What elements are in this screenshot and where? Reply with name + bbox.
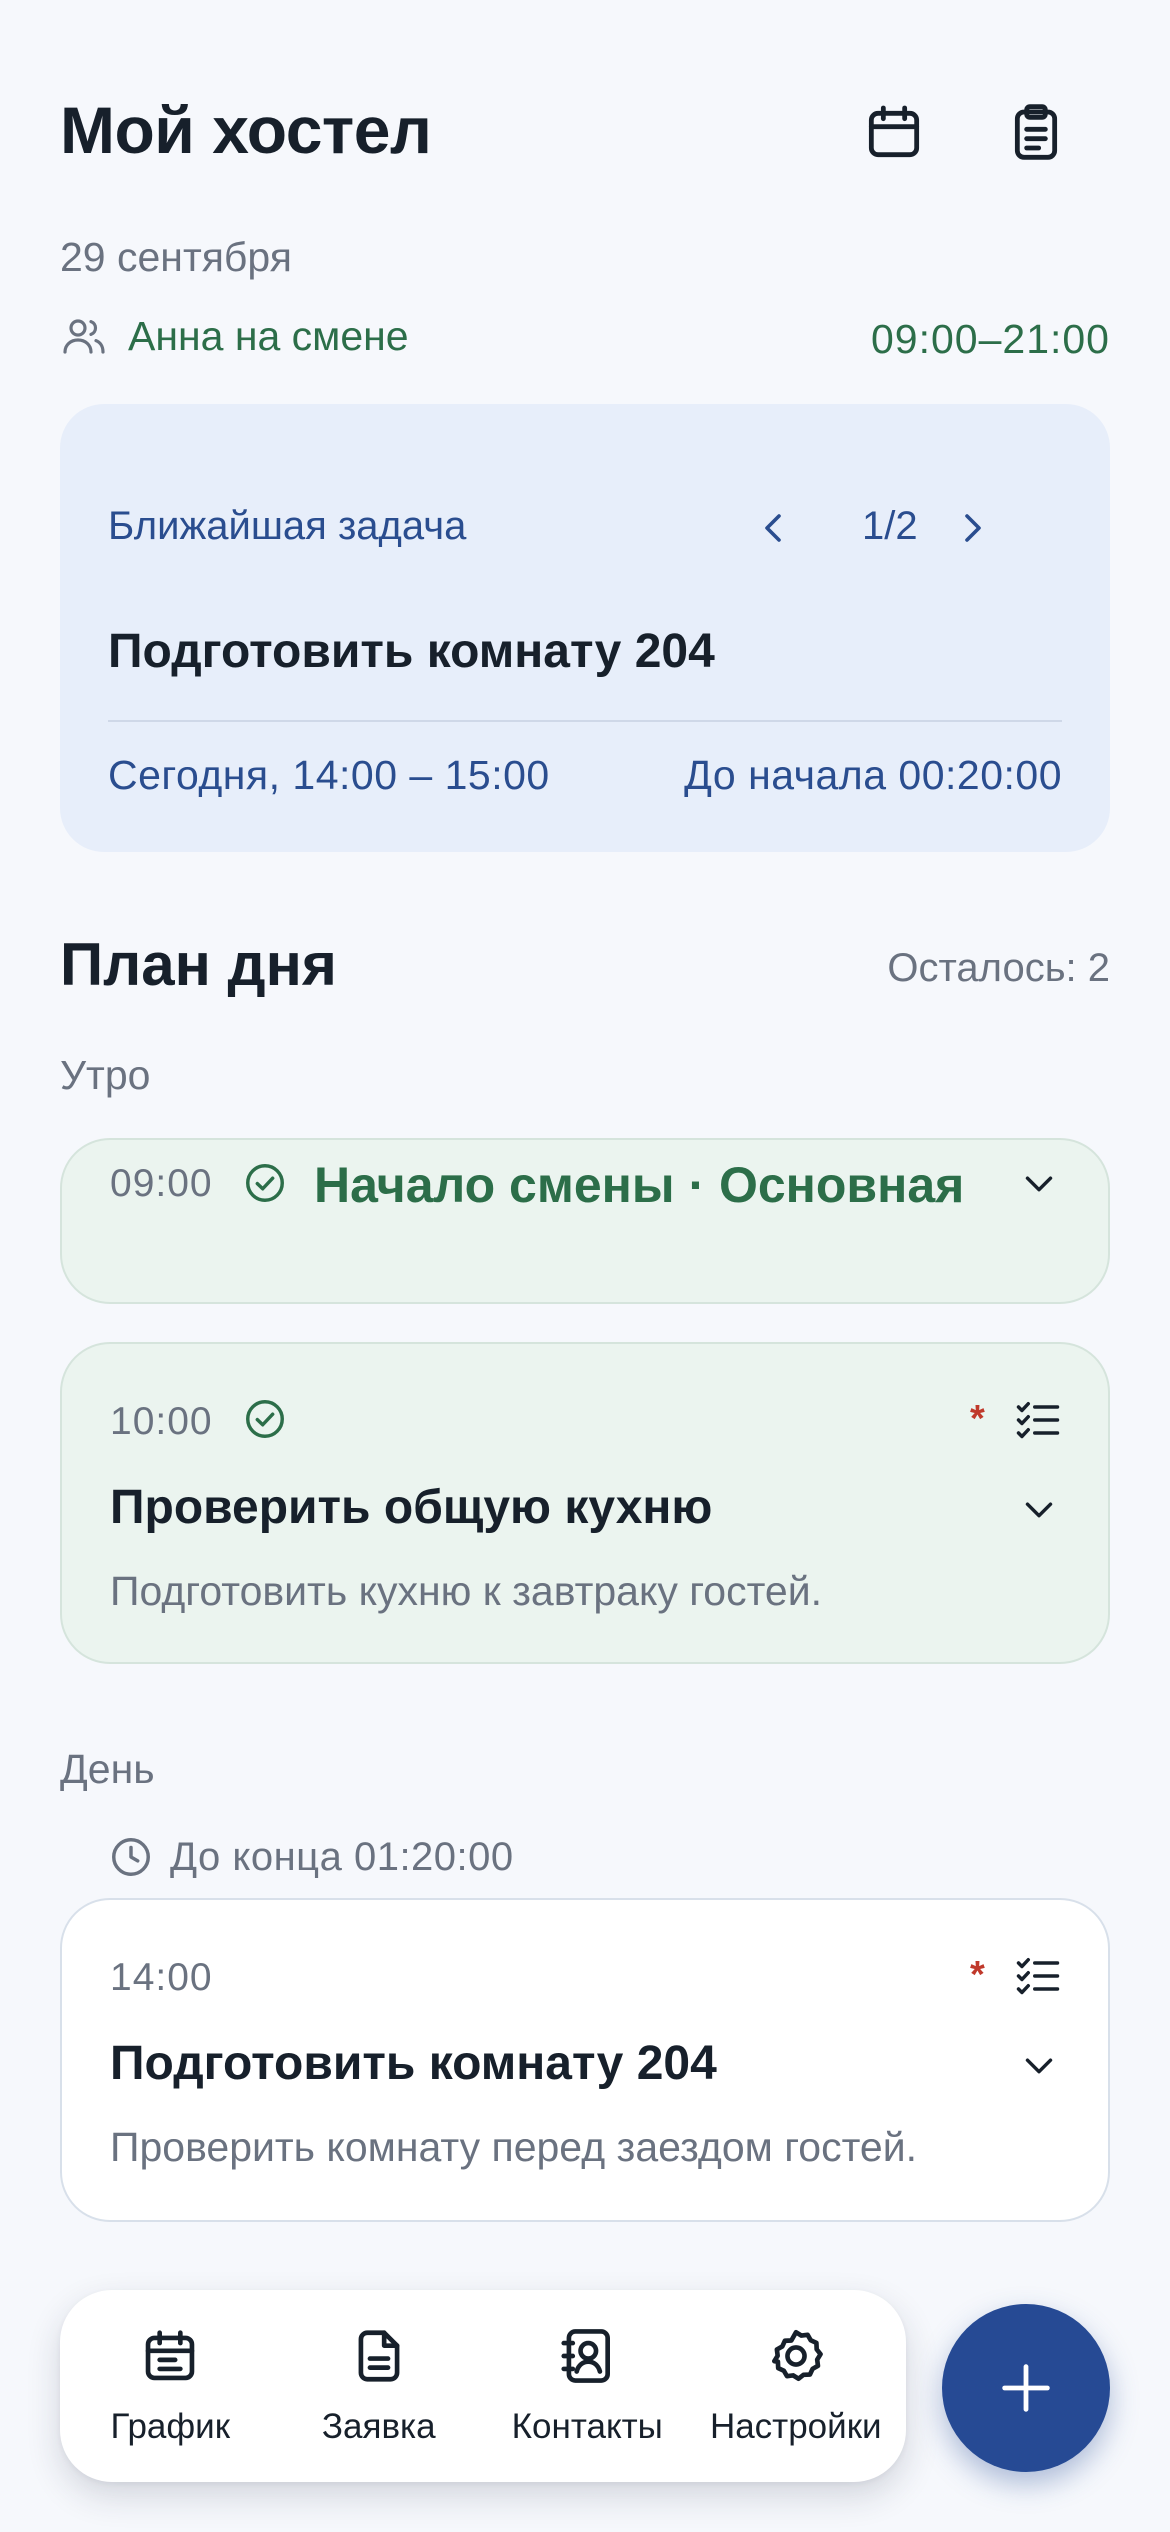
shift-person: Анна на смене bbox=[128, 312, 409, 359]
nearest-task-label: Ближайшая задача bbox=[108, 504, 467, 548]
task-pager-count: 1/2 bbox=[862, 504, 918, 548]
schedule-icon bbox=[139, 2325, 201, 2387]
checklist-icon bbox=[1012, 1394, 1064, 1446]
next-task-button[interactable] bbox=[948, 504, 996, 552]
nav-label: График bbox=[110, 2407, 231, 2446]
settings-icon bbox=[765, 2325, 827, 2387]
check-circle-icon bbox=[242, 1396, 288, 1442]
document-icon bbox=[348, 2325, 410, 2387]
clipboard-button[interactable] bbox=[996, 92, 1076, 172]
nav-label: Заявка bbox=[321, 2407, 436, 2446]
nav-item-settings[interactable]: Настройки bbox=[692, 2325, 901, 2447]
task-title: Подготовить комнату 204 bbox=[110, 2037, 717, 2090]
task-card-room[interactable]: 14:00 * Подготовить комнату 204 Проверит… bbox=[60, 1898, 1110, 2222]
nav-label: Настройки bbox=[709, 2407, 882, 2446]
add-button[interactable] bbox=[942, 2304, 1110, 2472]
clock-icon bbox=[108, 1834, 154, 1880]
task-description: Подготовить кухню к завтраку гостей. bbox=[110, 1568, 823, 1614]
prev-task-button[interactable] bbox=[750, 504, 798, 552]
contacts-icon bbox=[556, 2325, 618, 2387]
clipboard-icon bbox=[1004, 100, 1068, 164]
day-plan-title: План дня bbox=[60, 931, 337, 998]
calendar-button[interactable] bbox=[854, 92, 934, 172]
check-circle-icon bbox=[242, 1160, 288, 1206]
task-time: 10:00 bbox=[110, 1400, 213, 1443]
nearest-task-countdown: До начала 00:20:00 bbox=[684, 752, 1062, 798]
calendar-icon bbox=[862, 100, 926, 164]
task-title: Проверить общую кухню bbox=[110, 1481, 713, 1534]
required-marker: * bbox=[970, 1398, 985, 1440]
page-title: Мой хостел bbox=[60, 93, 432, 167]
section-label-morning: Утро bbox=[60, 1052, 151, 1098]
users-icon bbox=[60, 312, 108, 360]
nearest-task-title: Подготовить комнату 204 bbox=[108, 625, 715, 678]
checklist-icon bbox=[1012, 1950, 1064, 2002]
task-card-kitchen[interactable]: 10:00 * Проверить общую кухню Подготовит… bbox=[60, 1342, 1110, 1664]
section-countdown: До конца 01:20:00 bbox=[108, 1834, 514, 1880]
remaining-count: Осталось: 2 bbox=[887, 946, 1110, 990]
chevron-down-icon[interactable] bbox=[1016, 1160, 1062, 1206]
chevron-left-icon bbox=[750, 504, 798, 552]
required-marker: * bbox=[970, 1954, 985, 1996]
chevron-down-icon[interactable] bbox=[1016, 2042, 1062, 2088]
countdown-text: До конца 01:20:00 bbox=[170, 1834, 514, 1879]
nav-item-contacts[interactable]: Контакты bbox=[483, 2325, 692, 2447]
task-description: Проверить комнату перед заездом гостей. bbox=[110, 2124, 917, 2170]
current-date: 29 сентября bbox=[60, 234, 292, 280]
plus-icon bbox=[994, 2356, 1058, 2420]
task-title: Начало смены · Основная bbox=[314, 1157, 965, 1213]
shift-info: Анна на смене bbox=[60, 312, 409, 360]
nav-item-request[interactable]: Заявка bbox=[275, 2325, 484, 2447]
shift-hours: 09:00–21:00 bbox=[870, 316, 1110, 362]
task-time: 14:00 bbox=[110, 1956, 213, 1999]
nearest-task-time: Сегодня, 14:00 – 15:00 bbox=[108, 752, 550, 798]
nav-item-schedule[interactable]: График bbox=[66, 2325, 275, 2447]
chevron-right-icon bbox=[948, 504, 996, 552]
section-label-day: День bbox=[60, 1746, 155, 1792]
task-time: 09:00 bbox=[110, 1162, 213, 1205]
nav-label: Контакты bbox=[511, 2407, 663, 2446]
nearest-task-card[interactable]: Ближайшая задача 1/2 Подготовить комнату… bbox=[60, 404, 1110, 852]
task-card-shift-start[interactable]: 09:00 Начало смены · Основная bbox=[60, 1138, 1110, 1304]
chevron-down-icon[interactable] bbox=[1016, 1486, 1062, 1532]
bottom-nav: График Заявка Контакты Настройки bbox=[60, 2290, 906, 2482]
divider bbox=[108, 720, 1062, 722]
